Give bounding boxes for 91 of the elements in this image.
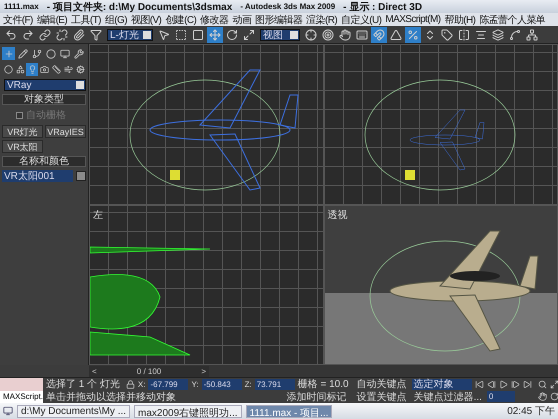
hand-icon[interactable]: [337, 26, 353, 42]
mirror-icon[interactable]: [456, 26, 472, 42]
camera-icon[interactable]: [38, 63, 50, 76]
menu-item[interactable]: 修改器: [199, 12, 230, 26]
object-category-dropdown[interactable]: VRay: [4, 79, 86, 91]
menu-item[interactable]: 自定义(U): [340, 12, 382, 26]
checkbox[interactable]: [16, 112, 23, 118]
axis-label: Z:: [244, 380, 252, 389]
object-type-button[interactable]: VR灯光: [2, 125, 43, 138]
time-slider-thumb[interactable]: < 0 / 100 >: [89, 366, 209, 376]
clock: 02:45 下午: [507, 405, 555, 418]
coordinate-field[interactable]: 73.791: [254, 378, 295, 390]
unlink-icon[interactable]: [54, 26, 70, 42]
hierarchy-icon[interactable]: [30, 47, 44, 60]
menu-item[interactable]: 视图(V): [130, 12, 162, 26]
reference-coordinate-dropdown[interactable]: 视图: [260, 28, 300, 40]
menu-item[interactable]: 工具(T): [70, 12, 102, 26]
window-title: - 项目文件夹: d:\My Documents\3dsmax: [46, 0, 232, 14]
menu-item[interactable]: 渲染(R): [305, 12, 338, 26]
axis-label: Y:: [191, 380, 199, 389]
checkbox-label: 自动栅格: [26, 108, 66, 122]
menu-item[interactable]: 创建(C): [164, 12, 198, 26]
tag-icon[interactable]: [439, 26, 455, 42]
listener-field[interactable]: [0, 378, 44, 390]
orbit-icon[interactable]: [550, 392, 558, 402]
key-set-dropdown[interactable]: 选定对象: [412, 378, 472, 390]
wrench-icon[interactable]: [72, 47, 86, 60]
grid-status: 栅格 = 10.0: [298, 378, 349, 392]
monitor-icon[interactable]: [58, 47, 72, 60]
play-icon[interactable]: [498, 380, 508, 389]
menu-item[interactable]: MAXScript(M): [384, 14, 442, 25]
shapes-icon[interactable]: [14, 63, 26, 76]
prompt-text: 单击并拖动以选择并移动对象: [46, 390, 176, 404]
rollout-header[interactable]: 对象类型: [2, 94, 86, 105]
menu-item[interactable]: 文件(F): [2, 12, 34, 26]
link-icon[interactable]: [37, 26, 53, 42]
window-title: - 显示 : Direct 3D: [343, 0, 422, 14]
frame-field[interactable]: 0: [486, 391, 515, 402]
time-slider-track[interactable]: < 0 / 100 >: [89, 365, 558, 377]
add-time-tag-button[interactable]: 添加时间标记: [284, 391, 349, 402]
axis-label: X:: [138, 380, 146, 389]
taskbar-button[interactable]: d:\My Documents\My ...: [17, 404, 130, 418]
monitor-icon[interactable]: [3, 406, 13, 416]
menu-item[interactable]: 组(G): [104, 12, 128, 26]
layers-icon[interactable]: [490, 26, 506, 42]
taskbar-button[interactable]: 1111.max - 项目...: [246, 404, 332, 418]
ruler-icon[interactable]: [50, 63, 62, 76]
window-title: - Autodesk 3ds Max 2009: [240, 2, 336, 11]
target-icon[interactable]: [320, 26, 336, 42]
crosshair-icon[interactable]: [303, 26, 319, 42]
coordinate-field[interactable]: -67.799: [148, 378, 188, 390]
viewport[interactable]: 透视: [324, 206, 557, 364]
listener-field[interactable]: MAXScript.: [0, 390, 44, 403]
selection-status: 选择了 1 个 灯光: [46, 378, 120, 392]
viewport-label[interactable]: 透视: [328, 208, 348, 222]
rollout-header[interactable]: 名称和颜色: [2, 156, 86, 167]
move-icon[interactable]: [207, 26, 223, 42]
menu-item[interactable]: 图形编辑器: [254, 12, 304, 26]
window-title: 1111.max: [4, 2, 39, 11]
wind-icon[interactable]: [62, 63, 74, 76]
magnet-icon[interactable]: [371, 26, 387, 42]
circle-icon[interactable]: [44, 47, 58, 60]
menu-item[interactable]: 编辑(E): [36, 12, 68, 26]
lock-icon[interactable]: [126, 380, 135, 389]
zoom-icon[interactable]: [538, 380, 547, 389]
paperclip-icon[interactable]: [71, 26, 87, 42]
set-key-button[interactable]: 设置关键点: [354, 391, 409, 402]
go-to-start-icon[interactable]: [474, 380, 484, 389]
object-type-button[interactable]: VRayIES: [45, 125, 86, 138]
gear-icon[interactable]: [74, 63, 86, 76]
next-frame-icon[interactable]: [510, 380, 520, 389]
taskbar-button[interactable]: max2009右键照明功...: [134, 404, 242, 418]
auto-key-button[interactable]: 自动关键点: [354, 378, 409, 390]
network-icon[interactable]: [524, 26, 540, 42]
percent-icon[interactable]: [405, 26, 421, 42]
previous-frame-icon[interactable]: [486, 380, 496, 389]
menu-item[interactable]: 陈孟蕾个人菜单: [478, 12, 546, 26]
name-field[interactable]: VR太阳001: [2, 170, 73, 182]
selection-filter-dropdown[interactable]: L-灯光: [107, 28, 153, 40]
menu-item[interactable]: 帮助(H): [443, 12, 476, 26]
pencil-icon[interactable]: [16, 47, 30, 60]
color-swatch[interactable]: [76, 171, 86, 181]
go-to-end-icon[interactable]: [522, 380, 532, 389]
zoom-extents-icon[interactable]: [550, 380, 558, 389]
menu-item[interactable]: 动画: [231, 12, 252, 26]
pan-icon[interactable]: [538, 392, 547, 402]
viewport-label[interactable]: 左: [93, 208, 103, 222]
viewport[interactable]: 左: [90, 206, 322, 364]
object-type-button[interactable]: VR太阳: [2, 140, 43, 153]
key-filters-button[interactable]: 关键点过滤器...: [412, 391, 484, 402]
coordinate-field[interactable]: -50.843: [202, 378, 242, 390]
